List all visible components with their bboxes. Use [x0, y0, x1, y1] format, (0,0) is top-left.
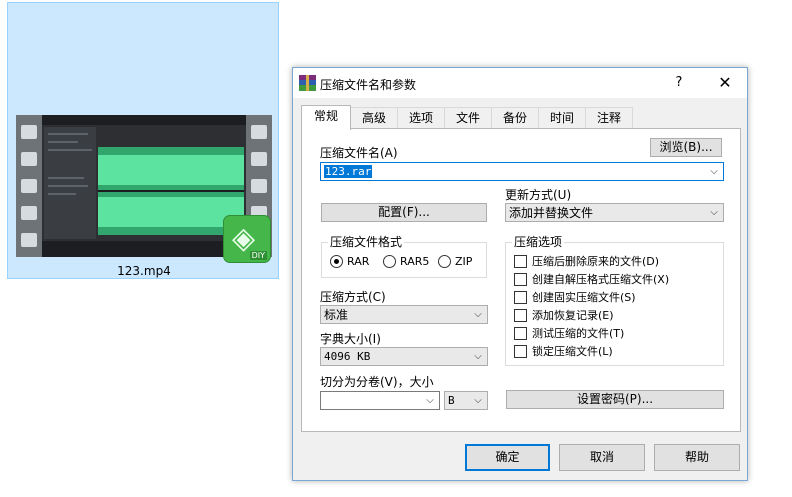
tab-options[interactable]: 选项: [397, 107, 445, 129]
file-name-label: 123.mp4: [117, 264, 171, 278]
close-icon[interactable]: ✕: [713, 72, 737, 94]
tab-backup[interactable]: 备份: [491, 107, 539, 129]
split-unit-select[interactable]: B ⌵: [444, 391, 488, 410]
test-label: 测试压缩的文件(T): [532, 327, 625, 340]
ok-button[interactable]: 确定: [465, 444, 550, 471]
delete-after-label: 压缩后删除原来的文件(D): [532, 255, 660, 268]
browse-button[interactable]: 浏览(B)...: [650, 138, 722, 157]
cancel-button[interactable]: 取消: [559, 444, 645, 471]
radio-rar[interactable]: [330, 255, 343, 268]
checkbox-test[interactable]: [514, 327, 527, 340]
archive-options-group: 压缩选项 压缩后删除原来的文件(D) 创建自解压格式压缩文件(X) 创建固实压缩…: [505, 235, 724, 366]
format-group: 压缩文件格式 RAR RAR5 ZIP: [321, 235, 487, 278]
profiles-button[interactable]: 配置(F)...: [321, 203, 487, 222]
dictionary-value: 4096 KB: [324, 350, 371, 363]
method-select[interactable]: 标准 ⌵: [320, 305, 488, 324]
checkbox-delete-after[interactable]: [514, 255, 527, 268]
tab-time[interactable]: 时间: [538, 107, 586, 129]
archive-dialog: 压缩文件名和参数 ? ✕ 常规 高级 选项 文件 备份 时间 注释 压缩文件名(…: [292, 67, 748, 481]
chevron-down-icon: ⌵: [474, 395, 482, 406]
checkbox-recovery[interactable]: [514, 309, 527, 322]
radio-rar5-label: RAR5: [400, 255, 430, 268]
update-mode-value: 添加并替换文件: [509, 206, 594, 220]
film-strip-left: [16, 115, 42, 257]
general-tab-panel: 压缩文件名(A) 浏览(B)... 123.rar ⌵ 更新方式(U) 配置(F…: [301, 128, 741, 432]
method-value: 标准: [324, 308, 349, 322]
help-icon[interactable]: ?: [667, 73, 691, 93]
lock-label: 锁定压缩文件(L): [532, 345, 613, 358]
tab-comment[interactable]: 注释: [585, 107, 633, 129]
method-label: 压缩方式(C): [320, 290, 386, 304]
archive-name-input[interactable]: 123.rar ⌵: [320, 162, 724, 181]
video-frame: [42, 115, 246, 257]
sfx-label: 创建自解压格式压缩文件(X): [532, 273, 670, 286]
dialog-titlebar[interactable]: 压缩文件名和参数 ? ✕: [293, 68, 747, 98]
update-mode-select[interactable]: 添加并替换文件 ⌵: [505, 203, 724, 222]
archive-name-label: 压缩文件名(A): [320, 146, 398, 160]
dictionary-select[interactable]: 4096 KB ⌵: [320, 347, 488, 366]
archive-name-value: 123.rar: [324, 165, 373, 178]
tab-general[interactable]: 常规: [301, 105, 351, 130]
recovery-label: 添加恢复记录(E): [532, 309, 614, 322]
radio-zip-label: ZIP: [455, 255, 473, 268]
radio-zip[interactable]: [438, 255, 451, 268]
dictionary-label: 字典大小(I): [320, 332, 381, 346]
chevron-down-icon: ⌵: [710, 207, 718, 218]
checkbox-lock[interactable]: [514, 345, 527, 358]
solid-label: 创建固实压缩文件(S): [532, 291, 636, 304]
radio-rar5[interactable]: [383, 255, 396, 268]
desktop-file-item[interactable]: ◈ DIY 123.mp4: [7, 2, 279, 279]
help-button[interactable]: 帮助: [654, 444, 740, 471]
chevron-down-icon[interactable]: ⌵: [424, 392, 436, 409]
chevron-down-icon[interactable]: ⌵: [708, 163, 720, 180]
checkbox-solid[interactable]: [514, 291, 527, 304]
video-app-badge-icon: ◈ DIY: [223, 215, 271, 263]
format-group-title: 压缩文件格式: [328, 235, 405, 249]
dialog-title: 压缩文件名和参数: [320, 78, 417, 92]
tab-files[interactable]: 文件: [444, 107, 492, 129]
chevron-down-icon: ⌵: [474, 309, 482, 320]
radio-rar-label: RAR: [347, 255, 370, 268]
split-volumes-label: 切分为分卷(V)，大小: [320, 375, 434, 389]
tab-advanced[interactable]: 高级: [350, 107, 398, 129]
split-size-input[interactable]: ⌵: [320, 391, 440, 410]
set-password-button[interactable]: 设置密码(P)...: [506, 390, 724, 409]
update-mode-label: 更新方式(U): [505, 188, 572, 202]
split-unit-value: B: [448, 394, 455, 407]
chevron-down-icon: ⌵: [474, 351, 482, 362]
winrar-icon: [299, 75, 316, 91]
checkbox-sfx[interactable]: [514, 273, 527, 286]
archive-options-title: 压缩选项: [512, 235, 565, 249]
